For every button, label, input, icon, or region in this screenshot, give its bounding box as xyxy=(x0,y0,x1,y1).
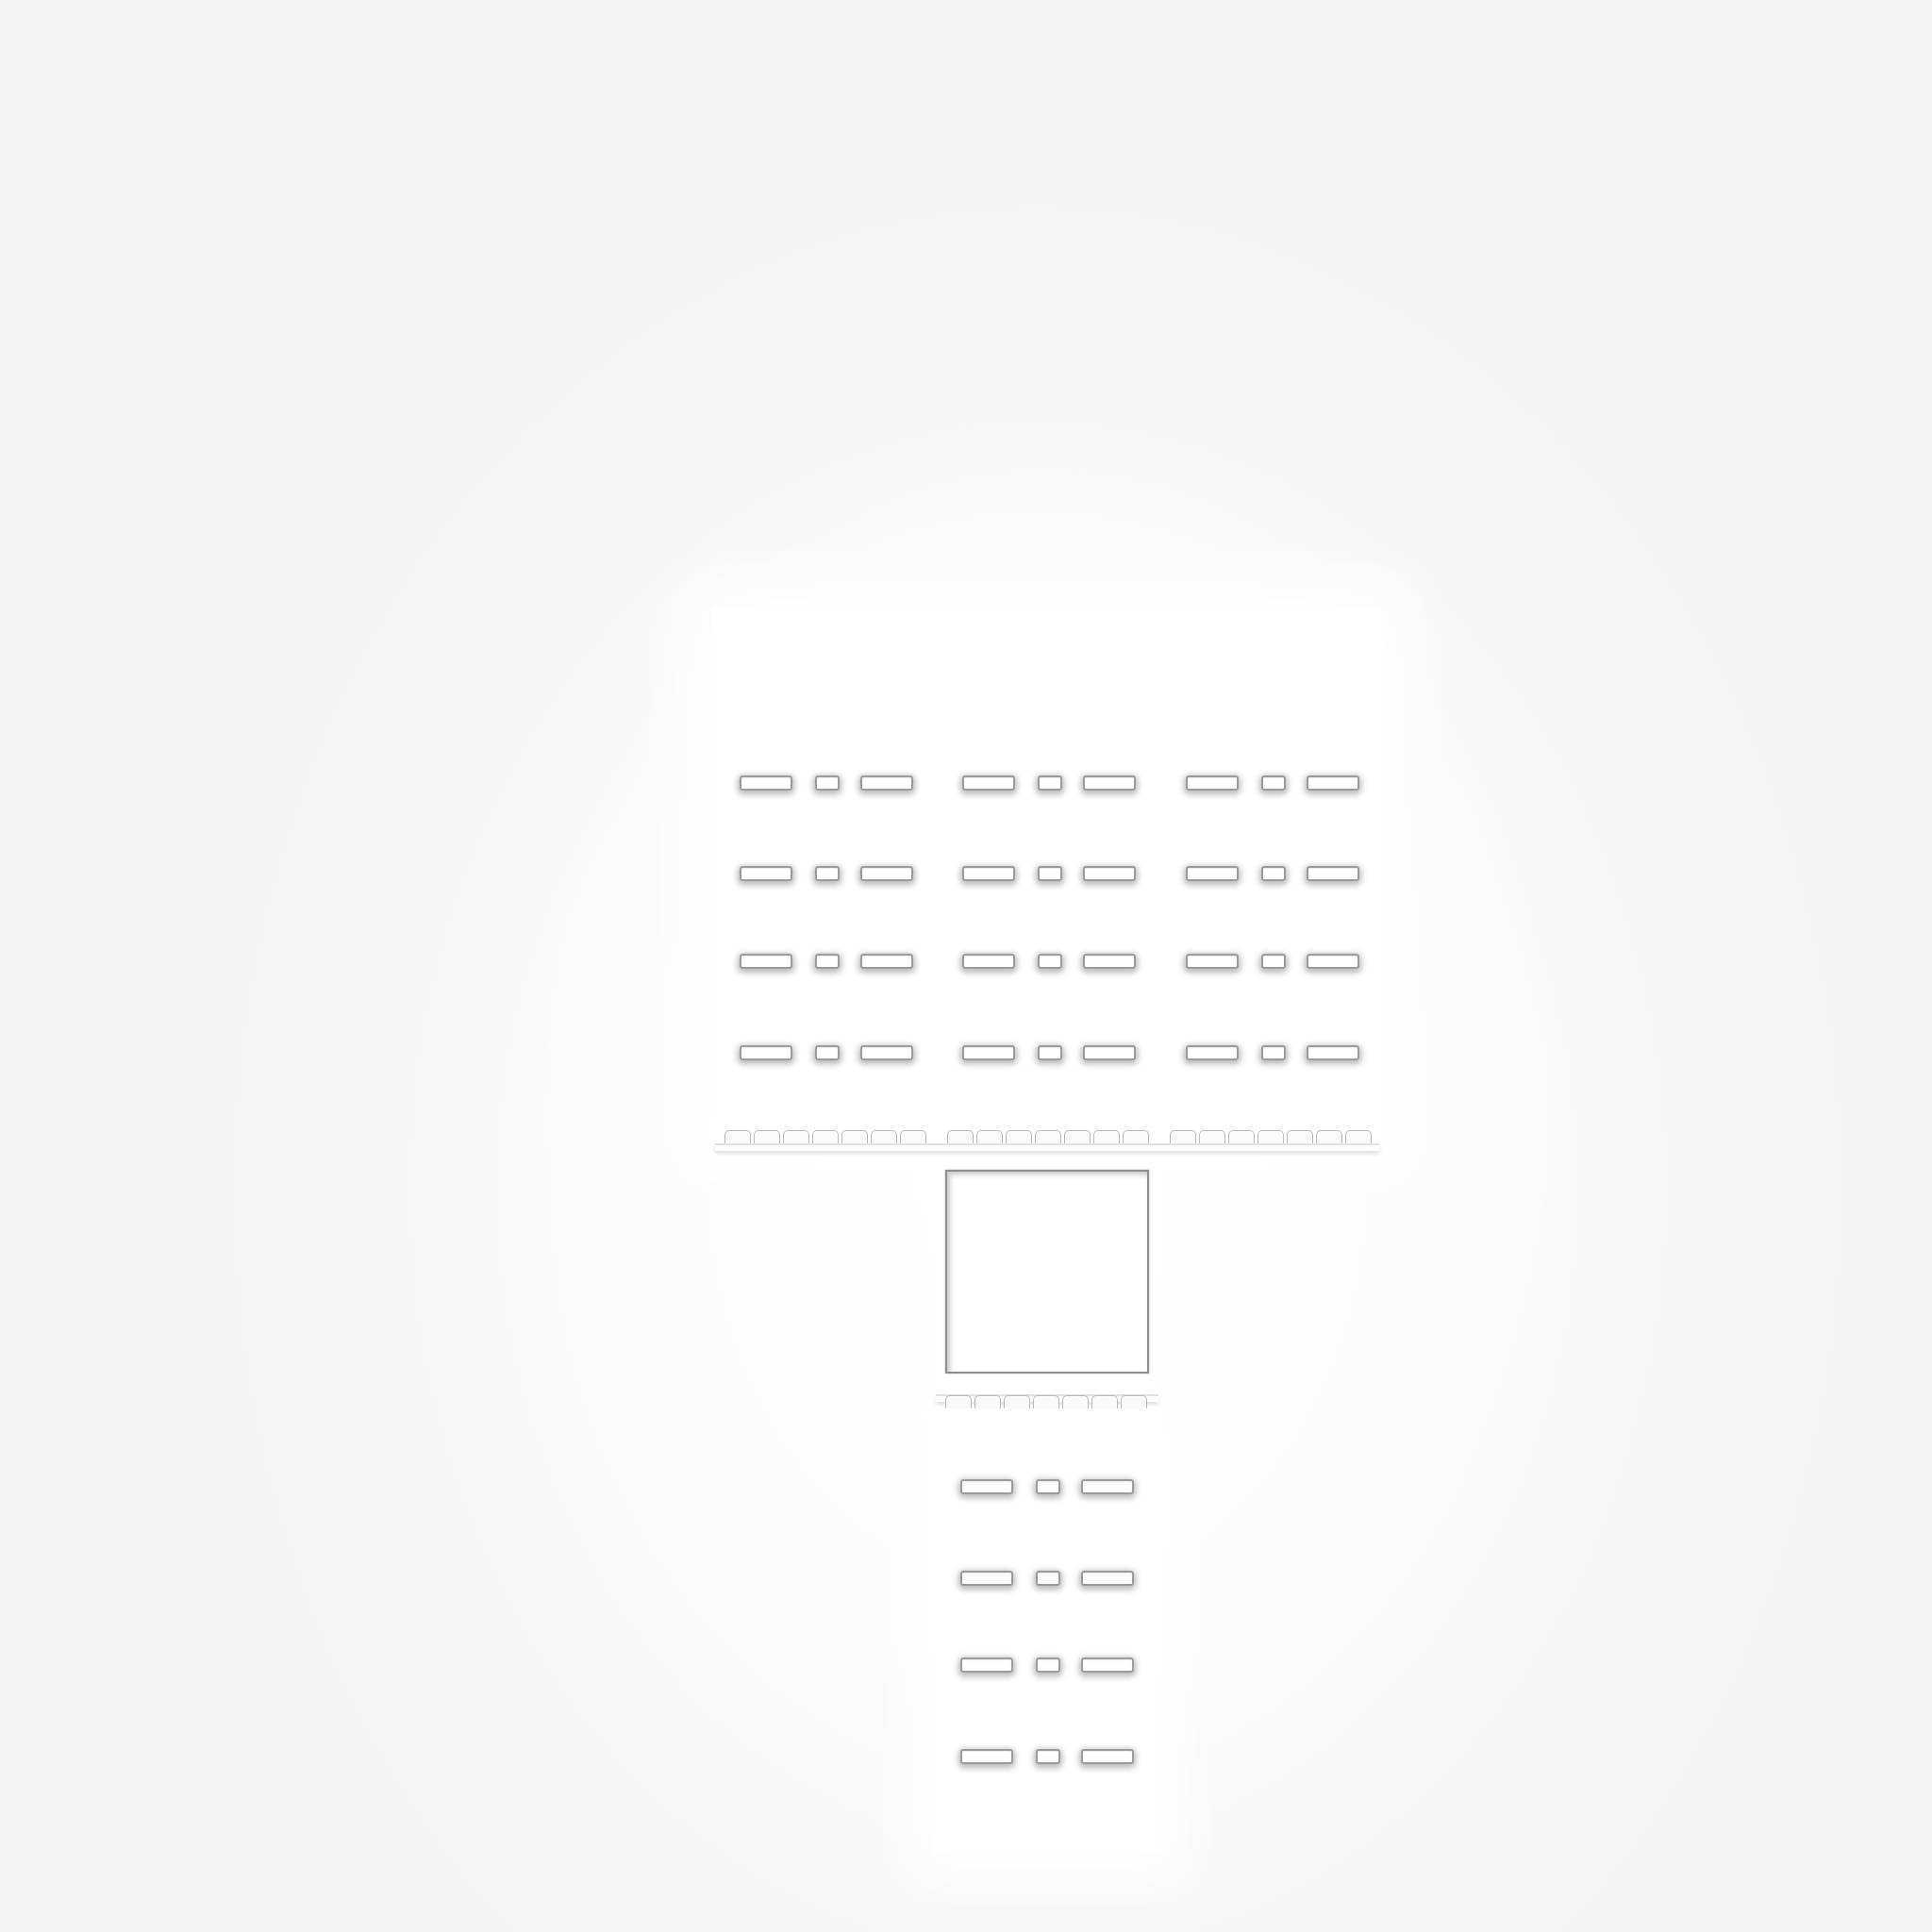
upper-slot-long-slot xyxy=(1083,1045,1136,1060)
upper-slot-short-slot xyxy=(1038,775,1062,791)
upper-slot-long-slot xyxy=(1307,1045,1359,1060)
ledge-tooth xyxy=(812,1130,839,1143)
ledge-tooth xyxy=(974,1395,1001,1408)
ledge-tooth xyxy=(724,1130,751,1143)
lower-slot-long-slot xyxy=(960,1749,1013,1764)
upper-slot-long-slot xyxy=(962,1045,1015,1060)
ledge-tooth xyxy=(947,1130,974,1143)
ledge-tooth xyxy=(1123,1130,1149,1143)
lower-slot-short-slot xyxy=(1036,1571,1060,1586)
upper-slot-long-slot xyxy=(1307,866,1359,881)
ledge-tooth xyxy=(900,1130,926,1143)
upper-slot-short-slot xyxy=(815,1045,840,1060)
upper-slot-long-slot xyxy=(860,1045,913,1060)
ledge-tooth xyxy=(1033,1395,1059,1408)
ledge-tooth xyxy=(841,1130,868,1143)
ledge-tooth xyxy=(783,1130,809,1143)
white-relief-scene xyxy=(0,0,1932,1932)
upper-slot-long-slot xyxy=(1083,866,1136,881)
upper-slot-long-slot xyxy=(1186,866,1239,881)
upper-slot-long-slot xyxy=(1186,1045,1239,1060)
ledge-tooth xyxy=(1004,1395,1030,1408)
ledge-tooth xyxy=(1287,1130,1313,1143)
ledge-tooth xyxy=(1316,1130,1342,1143)
upper-slot-long-slot xyxy=(860,954,913,969)
ledge-tooth xyxy=(1170,1130,1196,1143)
ledge-tooth xyxy=(1035,1130,1061,1143)
upper-slot-long-slot xyxy=(962,954,1015,969)
ledge-tooth xyxy=(1006,1130,1032,1143)
upper-slot-long-slot xyxy=(860,775,913,791)
lower-slot-short-slot xyxy=(1036,1657,1060,1673)
upper-slot-short-slot xyxy=(1261,775,1286,791)
upper-slot-long-slot xyxy=(860,866,913,881)
upper-slot-short-slot xyxy=(815,954,840,969)
upper-slot-long-slot xyxy=(740,866,792,881)
upper-slot-long-slot xyxy=(1083,775,1136,791)
ledge-tooth xyxy=(945,1395,972,1408)
upper-slot-short-slot xyxy=(1038,954,1062,969)
ledge-tooth xyxy=(1093,1130,1120,1143)
upper-slot-long-slot xyxy=(1186,775,1239,791)
upper-ledge xyxy=(715,1143,1379,1151)
lower-slot-long-slot xyxy=(1081,1657,1134,1673)
upper-slot-long-slot xyxy=(740,775,792,791)
upper-slot-short-slot xyxy=(1038,1045,1062,1060)
lower-slot-long-slot xyxy=(1081,1571,1134,1586)
ledge-tooth xyxy=(1345,1130,1372,1143)
square-window-frame xyxy=(945,1170,1149,1374)
ledge-tooth xyxy=(1121,1395,1147,1408)
upper-slot-long-slot xyxy=(962,866,1015,881)
upper-slot-long-slot xyxy=(740,954,792,969)
lower-slot-long-slot xyxy=(1081,1479,1134,1494)
ledge-tooth xyxy=(1228,1130,1255,1143)
upper-slot-short-slot xyxy=(1038,866,1062,881)
lower-slot-long-slot xyxy=(960,1657,1013,1673)
ledge-tooth xyxy=(976,1130,1003,1143)
ledge-tooth xyxy=(754,1130,780,1143)
upper-slot-long-slot xyxy=(1186,954,1239,969)
upper-slot-short-slot xyxy=(815,775,840,791)
upper-slot-long-slot xyxy=(1307,954,1359,969)
ledge-tooth xyxy=(1091,1395,1118,1408)
upper-slot-long-slot xyxy=(1307,775,1359,791)
lower-slot-long-slot xyxy=(960,1479,1013,1494)
ledge-tooth xyxy=(1064,1130,1091,1143)
upper-slot-long-slot xyxy=(740,1045,792,1060)
ledge-tooth xyxy=(1062,1395,1089,1408)
ledge-tooth xyxy=(871,1130,897,1143)
ledge-tooth xyxy=(1257,1130,1284,1143)
lower-slot-short-slot xyxy=(1036,1749,1060,1764)
ledge-tooth xyxy=(1199,1130,1225,1143)
upper-slot-long-slot xyxy=(1083,954,1136,969)
lower-slot-long-slot xyxy=(960,1571,1013,1586)
lower-slot-short-slot xyxy=(1036,1479,1060,1494)
upper-slot-long-slot xyxy=(962,775,1015,791)
upper-slot-short-slot xyxy=(1261,866,1286,881)
upper-slot-short-slot xyxy=(815,866,840,881)
upper-slot-short-slot xyxy=(1261,1045,1286,1060)
upper-slot-short-slot xyxy=(1261,954,1286,969)
lower-slot-long-slot xyxy=(1081,1749,1134,1764)
